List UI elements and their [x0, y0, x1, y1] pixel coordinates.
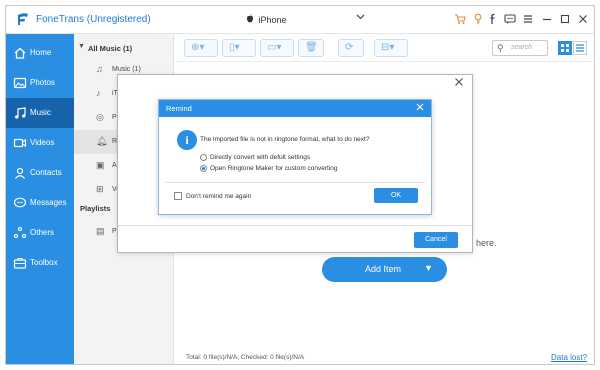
- maximize-icon[interactable]: [559, 13, 571, 25]
- photos-icon: [13, 77, 27, 89]
- voice-memo-icon: ⊞: [96, 184, 104, 194]
- export-device-button[interactable]: ▯▾: [222, 39, 256, 57]
- music-icon: [15, 107, 26, 119]
- chat-icon[interactable]: [504, 13, 516, 25]
- bell-icon: 🔔︎: [96, 136, 108, 146]
- search-input[interactable]: search: [511, 44, 532, 51]
- toolbox-button[interactable]: ⊟▾: [374, 39, 408, 57]
- others-icon: [13, 226, 27, 239]
- app-title: FoneTrans (Unregistered): [36, 14, 151, 25]
- fonetrans-logo-icon: [18, 13, 28, 25]
- remind-message: The imported file is not in ringtone for…: [200, 136, 370, 143]
- radio-button[interactable]: [200, 154, 207, 161]
- divider: [165, 182, 425, 183]
- ok-button[interactable]: OK: [374, 188, 418, 203]
- contacts-icon: [15, 167, 25, 179]
- dont-remind-label: Don't remind me again: [186, 193, 252, 200]
- grid-view-button[interactable]: [558, 41, 572, 55]
- sidebar-item-contacts[interactable]: Contacts: [6, 158, 74, 188]
- sidebar-item-videos[interactable]: Videos: [6, 128, 74, 158]
- sidebar-item-messages[interactable]: Messages: [6, 188, 74, 218]
- sidebar-item-label: Music: [30, 108, 51, 117]
- sidebar-item-label: Photos: [30, 78, 55, 87]
- title-bar: FoneTrans (Unregistered) iPhone: [6, 6, 594, 34]
- music-note-icon: ♫: [96, 64, 103, 74]
- refresh-icon: ⟳: [345, 42, 354, 53]
- remind-dialog-header: Remind: [159, 100, 431, 117]
- sidebar: Home Photos Music Videos Contacts Messag…: [6, 34, 74, 364]
- sidebar-item-music[interactable]: Music: [6, 98, 74, 128]
- toolbar: ⊕▾ ▯▾ ▭▾ 🗑︎ ⟳ ⊟▾ ⚲ search: [174, 34, 594, 62]
- playlist-icon: ▤: [96, 226, 105, 236]
- minimize-icon[interactable]: [541, 13, 553, 25]
- search-box[interactable]: ⚲ search: [492, 40, 548, 56]
- caret-down-icon[interactable]: ▼: [78, 43, 85, 50]
- messages-icon: [13, 197, 27, 208]
- key-icon[interactable]: [472, 13, 484, 25]
- audiobook-icon: ▣: [96, 160, 105, 170]
- add-circle-icon: ⊕▾: [191, 42, 205, 53]
- export-pc-button[interactable]: ▭▾: [260, 39, 294, 57]
- add-button[interactable]: ⊕▾: [184, 39, 218, 57]
- remind-dialog: Remind i The imported file is not in rin…: [158, 99, 432, 215]
- facebook-icon[interactable]: [487, 13, 499, 25]
- info-icon: i: [177, 130, 197, 150]
- option-label: Open Ringtone Maker for custom convertin…: [210, 165, 338, 172]
- refresh-button[interactable]: ⟳: [338, 39, 364, 57]
- status-text: Total: 0 file(s)/N/A; Checked: 0 file(s)…: [186, 354, 305, 361]
- itunes-icon: ♪: [96, 88, 101, 98]
- sidebar-item-toolbox[interactable]: Toolbox: [6, 248, 74, 278]
- divider: [118, 225, 472, 226]
- empty-hint-text: here.: [476, 238, 497, 248]
- radio-button-selected[interactable]: [200, 165, 207, 172]
- trash-icon: 🗑︎: [305, 42, 318, 53]
- sidebar-item-label: Messages: [30, 198, 67, 207]
- videos-icon: [13, 138, 27, 148]
- menu-icon[interactable]: [522, 13, 534, 25]
- all-music-heading[interactable]: All Music (1): [88, 44, 132, 53]
- add-item-label: Add Item: [365, 264, 402, 274]
- sidebar-item-label: Videos: [30, 138, 55, 147]
- category-label: Music (1): [112, 66, 141, 73]
- phone-icon: ▯▾: [229, 42, 240, 53]
- apple-icon: [246, 14, 256, 25]
- sidebar-item-label: Others: [30, 228, 55, 237]
- add-item-button[interactable]: Add Item ▼: [322, 257, 447, 282]
- search-icon: ⚲: [497, 43, 504, 53]
- list-icon: [576, 44, 584, 52]
- delete-button[interactable]: 🗑︎: [298, 39, 324, 57]
- sidebar-item-label: Contacts: [30, 168, 62, 177]
- remind-dialog-title: Remind: [166, 104, 192, 113]
- briefcase-icon: ⊟▾: [381, 42, 395, 53]
- device-selector[interactable]: iPhone: [246, 14, 287, 25]
- device-name: iPhone: [258, 15, 287, 25]
- chevron-down-icon[interactable]: [356, 12, 365, 24]
- sidebar-item-photos[interactable]: Photos: [6, 68, 74, 98]
- playlists-heading: Playlists: [80, 204, 111, 213]
- home-icon: [14, 47, 26, 59]
- sidebar-item-others[interactable]: Others: [6, 218, 74, 248]
- data-lost-link[interactable]: Data lost?: [551, 353, 587, 362]
- toolbox-icon: [13, 257, 27, 269]
- podcast-icon: ◎: [96, 112, 104, 122]
- close-icon[interactable]: [415, 102, 425, 115]
- close-icon[interactable]: [577, 13, 589, 25]
- computer-icon: ▭▾: [267, 42, 282, 53]
- status-bar: Total: 0 file(s)/N/A; Checked: 0 file(s)…: [174, 348, 594, 364]
- close-icon[interactable]: [454, 77, 464, 90]
- ok-label: OK: [390, 192, 402, 199]
- cart-icon[interactable]: [454, 13, 466, 25]
- list-view-button[interactable]: [573, 41, 587, 55]
- cancel-button[interactable]: Cancel: [414, 232, 458, 248]
- grid-icon: [561, 44, 569, 52]
- option-label: Directly convert with defult settings: [210, 154, 311, 161]
- cancel-label: Cancel: [425, 236, 447, 243]
- caret-down-icon[interactable]: ▼: [424, 263, 433, 273]
- sidebar-item-label: Toolbox: [30, 258, 58, 267]
- checkbox[interactable]: [174, 192, 182, 200]
- sidebar-item-label: Home: [30, 48, 52, 57]
- sidebar-item-home[interactable]: Home: [6, 38, 74, 68]
